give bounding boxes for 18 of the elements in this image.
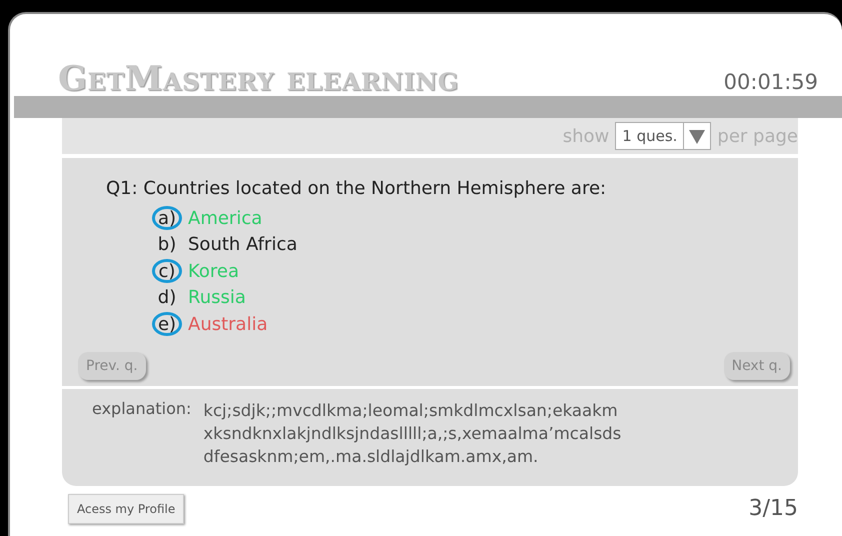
option-label: Australia [188,314,268,335]
option-label: Korea [188,260,240,282]
option-letter[interactable]: a) [152,206,182,230]
question-text: Q1: Countries located on the Northern Hemisphere are: [106,178,608,199]
option-letter[interactable]: b) [152,232,182,257]
option-letter[interactable]: c) [152,259,182,284]
explanation-label: explanation: [92,398,192,420]
questions-per-page-dropdown[interactable]: 1 ques. [615,122,712,150]
timer: 00:01:59 [724,70,818,94]
profile-button[interactable]: Acess my Profile [68,494,184,524]
option-label: Russia [188,287,246,308]
option-label: America [188,208,262,229]
option-label: South Africa [188,234,298,256]
logo: GetMastery elearning [58,62,459,96]
question-counter: 3/15 [748,496,798,522]
option-letter[interactable]: d) [152,286,182,310]
option-letter[interactable]: e) [152,312,182,336]
explanation-text: kcj;sdjk;;mvcdlkma;leomal;smkdlmcxlsan;ekaakm xksndknxlakjndlksjndaslllll;a,;s,xemaalma’mcalsds dfesasknm;em,.ma.sldlajdlkam.amx,am. [203,400,622,468]
